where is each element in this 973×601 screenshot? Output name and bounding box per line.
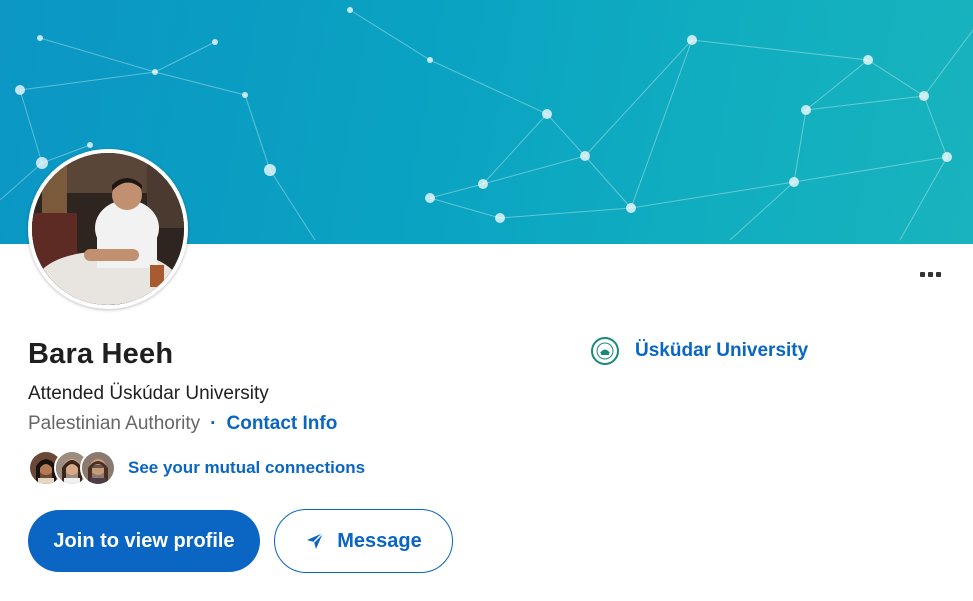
more-options-button[interactable] [912, 262, 948, 286]
education-link[interactable]: Üsküdar University [591, 337, 808, 365]
message-button-label: Message [337, 529, 422, 552]
location-row: Palestinian Authority · Contact Info [28, 413, 337, 435]
contact-info-link[interactable]: Contact Info [227, 413, 338, 435]
join-to-view-profile-button[interactable]: Join to view profile [28, 510, 260, 572]
mutual-connections[interactable]: See your mutual connections [28, 448, 365, 488]
avatar [80, 450, 116, 486]
university-logo-icon [591, 337, 619, 365]
send-icon [307, 532, 324, 549]
message-button[interactable]: Message [274, 509, 453, 573]
more-horizontal-icon [919, 271, 925, 277]
profile-location: Palestinian Authority [28, 413, 201, 434]
profile-name: Bara Heeh [28, 338, 174, 370]
mutual-connections-link[interactable]: See your mutual connections [128, 458, 365, 478]
profile-photo [28, 149, 188, 309]
separator-dot: · [210, 413, 217, 434]
profile-headline: Attended Üskúdar University [28, 383, 269, 404]
school-name: Üsküdar University [635, 340, 809, 361]
mutual-avatars [28, 448, 118, 488]
